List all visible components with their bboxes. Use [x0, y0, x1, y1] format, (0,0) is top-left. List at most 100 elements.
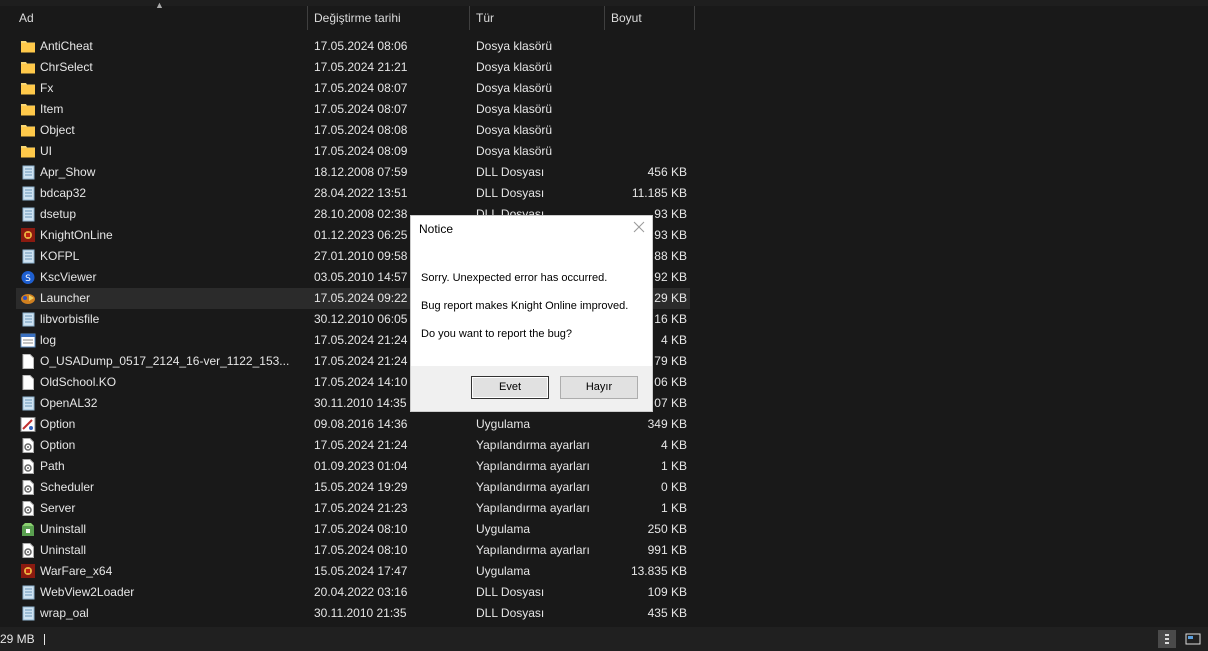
file-name: bdcap32 — [40, 186, 87, 200]
file-date: 17.05.2024 09:22 — [314, 291, 408, 305]
column-divider[interactable] — [469, 6, 470, 30]
file-size: 0 KB — [660, 480, 687, 494]
folder-icon — [20, 60, 36, 75]
file-row[interactable]: Apr_Show 18.12.2008 07:59 DLL Dosyası 456 K… — [16, 162, 690, 183]
file-name: Uninstall — [40, 543, 87, 557]
file-size: 991 KB — [647, 543, 687, 557]
file-name: Uninstall — [40, 522, 87, 536]
file-type: Yapılandırma ayarları — [476, 438, 590, 452]
folder-icon — [20, 123, 36, 138]
file-row[interactable]: Server 17.05.2024 21:23 Yapılandırma ayarl… — [16, 498, 690, 519]
file-size: 93 KB — [654, 228, 687, 242]
file-row[interactable]: Object 17.05.2024 08:08 Dosya klasörü — [16, 120, 690, 141]
column-divider[interactable] — [307, 6, 308, 30]
file-date: 17.05.2024 08:07 — [314, 81, 408, 95]
yes-button[interactable]: Evet — [471, 376, 549, 399]
file-type: Dosya klasörü — [476, 123, 553, 137]
file-date: 30.11.2010 14:35 — [314, 396, 407, 410]
dll-icon — [20, 207, 36, 222]
folder-icon — [20, 81, 36, 96]
file-row[interactable]: Item 17.05.2024 08:07 Dosya klasörü — [16, 99, 690, 120]
file-type: DLL Dosyası — [476, 585, 545, 599]
file-size: 109 KB — [647, 585, 687, 599]
file-name: Item — [40, 102, 64, 116]
config-file-icon — [20, 501, 36, 516]
dll-icon — [20, 165, 36, 180]
file-name: ChrSelect — [40, 60, 93, 74]
file-row[interactable]: UI 17.05.2024 08:09 Dosya klasörü — [16, 141, 690, 162]
dll-icon — [20, 312, 36, 327]
file-date: 28.10.2008 02:38 — [314, 207, 408, 221]
file-size: 456 KB — [647, 165, 687, 179]
uninstall-app-icon — [20, 522, 36, 537]
dialog-message-line: Do you want to report the bug? — [421, 328, 573, 340]
dialog-message-line: Sorry. Unexpected error has occurred. — [421, 272, 608, 284]
file-row[interactable]: AntiCheat 17.05.2024 08:06 Dosya klasörü — [16, 36, 690, 57]
column-name[interactable]: Ad — [19, 6, 34, 30]
file-row[interactable]: ChrSelect 17.05.2024 21:21 Dosya klasörü — [16, 57, 690, 78]
no-button[interactable]: Hayır — [560, 376, 638, 399]
file-row[interactable]: wrap_oal 30.11.2010 21:35 DLL Dosyası 435 K… — [16, 603, 690, 624]
status-divider — [44, 634, 45, 645]
config-file-icon — [20, 480, 36, 495]
svg-text:S: S — [25, 274, 31, 284]
file-row[interactable]: Option 09.08.2016 14:36 Uygulama 349 KB — [16, 414, 690, 435]
file-type: Dosya klasörü — [476, 102, 553, 116]
column-divider[interactable] — [694, 6, 695, 30]
file-type: Yapılandırma ayarları — [476, 543, 590, 557]
file-date: 17.05.2024 14:10 — [314, 375, 408, 389]
preview-view-icon[interactable] — [1184, 630, 1202, 648]
file-date: 17.05.2024 21:24 — [314, 438, 408, 452]
file-size: 11.185 KB — [631, 186, 687, 200]
file-row[interactable]: Uninstall 17.05.2024 08:10 Uygulama 250 KB — [16, 519, 690, 540]
config-file-icon — [20, 438, 36, 453]
file-size: 93 KB — [654, 207, 687, 221]
file-row[interactable]: Scheduler 15.05.2024 19:29 Yapılandırma ay… — [16, 477, 690, 498]
file-date: 17.05.2024 21:23 — [314, 501, 408, 515]
file-row[interactable]: Uninstall 17.05.2024 08:10 Yapılandırma ay… — [16, 540, 690, 561]
close-icon[interactable] — [632, 220, 646, 234]
file-date: 01.09.2023 01:04 — [314, 459, 408, 473]
file-size: 1 KB — [660, 459, 687, 473]
blank-file-icon — [20, 354, 36, 369]
file-row[interactable]: Path 01.09.2023 01:04 Yapılandırma ayarlar… — [16, 456, 690, 477]
dialog-message-line: Bug report makes Knight Online improved. — [421, 300, 629, 312]
column-divider[interactable] — [604, 6, 605, 30]
file-size: 250 KB — [647, 522, 687, 536]
dll-icon — [20, 249, 36, 264]
file-name: KnightOnLine — [40, 228, 113, 242]
option-app-icon — [20, 417, 36, 432]
file-size: 435 KB — [647, 606, 687, 620]
file-size: 4 KB — [660, 438, 687, 452]
file-date: 17.05.2024 08:09 — [314, 144, 408, 158]
file-name: Fx — [40, 81, 54, 95]
column-type[interactable]: Tür — [476, 6, 494, 30]
details-view-icon[interactable] — [1158, 630, 1176, 648]
file-row[interactable]: WarFare_x64 15.05.2024 17:47 Uygulama 13.83… — [16, 561, 690, 582]
dll-icon — [20, 585, 36, 600]
file-row[interactable]: Option 17.05.2024 21:24 Yapılandırma ayarl… — [16, 435, 690, 456]
file-size: 79 KB — [654, 354, 687, 368]
config-file-icon — [20, 459, 36, 474]
file-row[interactable]: bdcap32 28.04.2022 13:51 DLL Dosyası 11.185… — [16, 183, 690, 204]
knightonline-app-icon — [20, 564, 36, 579]
file-size: 16 KB — [654, 312, 687, 326]
file-date: 18.12.2008 07:59 — [314, 165, 408, 179]
file-date: 17.05.2024 08:06 — [314, 39, 408, 53]
file-size: 06 KB — [654, 375, 687, 389]
sort-ascending-icon: ▲ — [155, 0, 164, 10]
file-name: Option — [40, 438, 76, 452]
file-date: 17.05.2024 08:07 — [314, 102, 408, 116]
file-date: 15.05.2024 17:47 — [314, 564, 408, 578]
file-row[interactable]: WebView2Loader 20.04.2022 03:16 DLL Dosyas… — [16, 582, 690, 603]
file-row[interactable]: Fx 17.05.2024 08:07 Dosya klasörü — [16, 78, 690, 99]
column-date[interactable]: Değiştirme tarihi — [314, 6, 401, 30]
file-name: WarFare_x64 — [40, 564, 113, 578]
file-date: 17.05.2024 21:24 — [314, 354, 408, 368]
notice-dialog: Notice Sorry. Unexpected error has occur… — [411, 216, 652, 411]
file-type: Uygulama — [476, 417, 531, 431]
file-date: 30.12.2010 06:05 — [314, 312, 408, 326]
column-size[interactable]: Boyut — [611, 6, 642, 30]
file-date: 17.05.2024 21:21 — [314, 60, 408, 74]
dll-icon — [20, 186, 36, 201]
